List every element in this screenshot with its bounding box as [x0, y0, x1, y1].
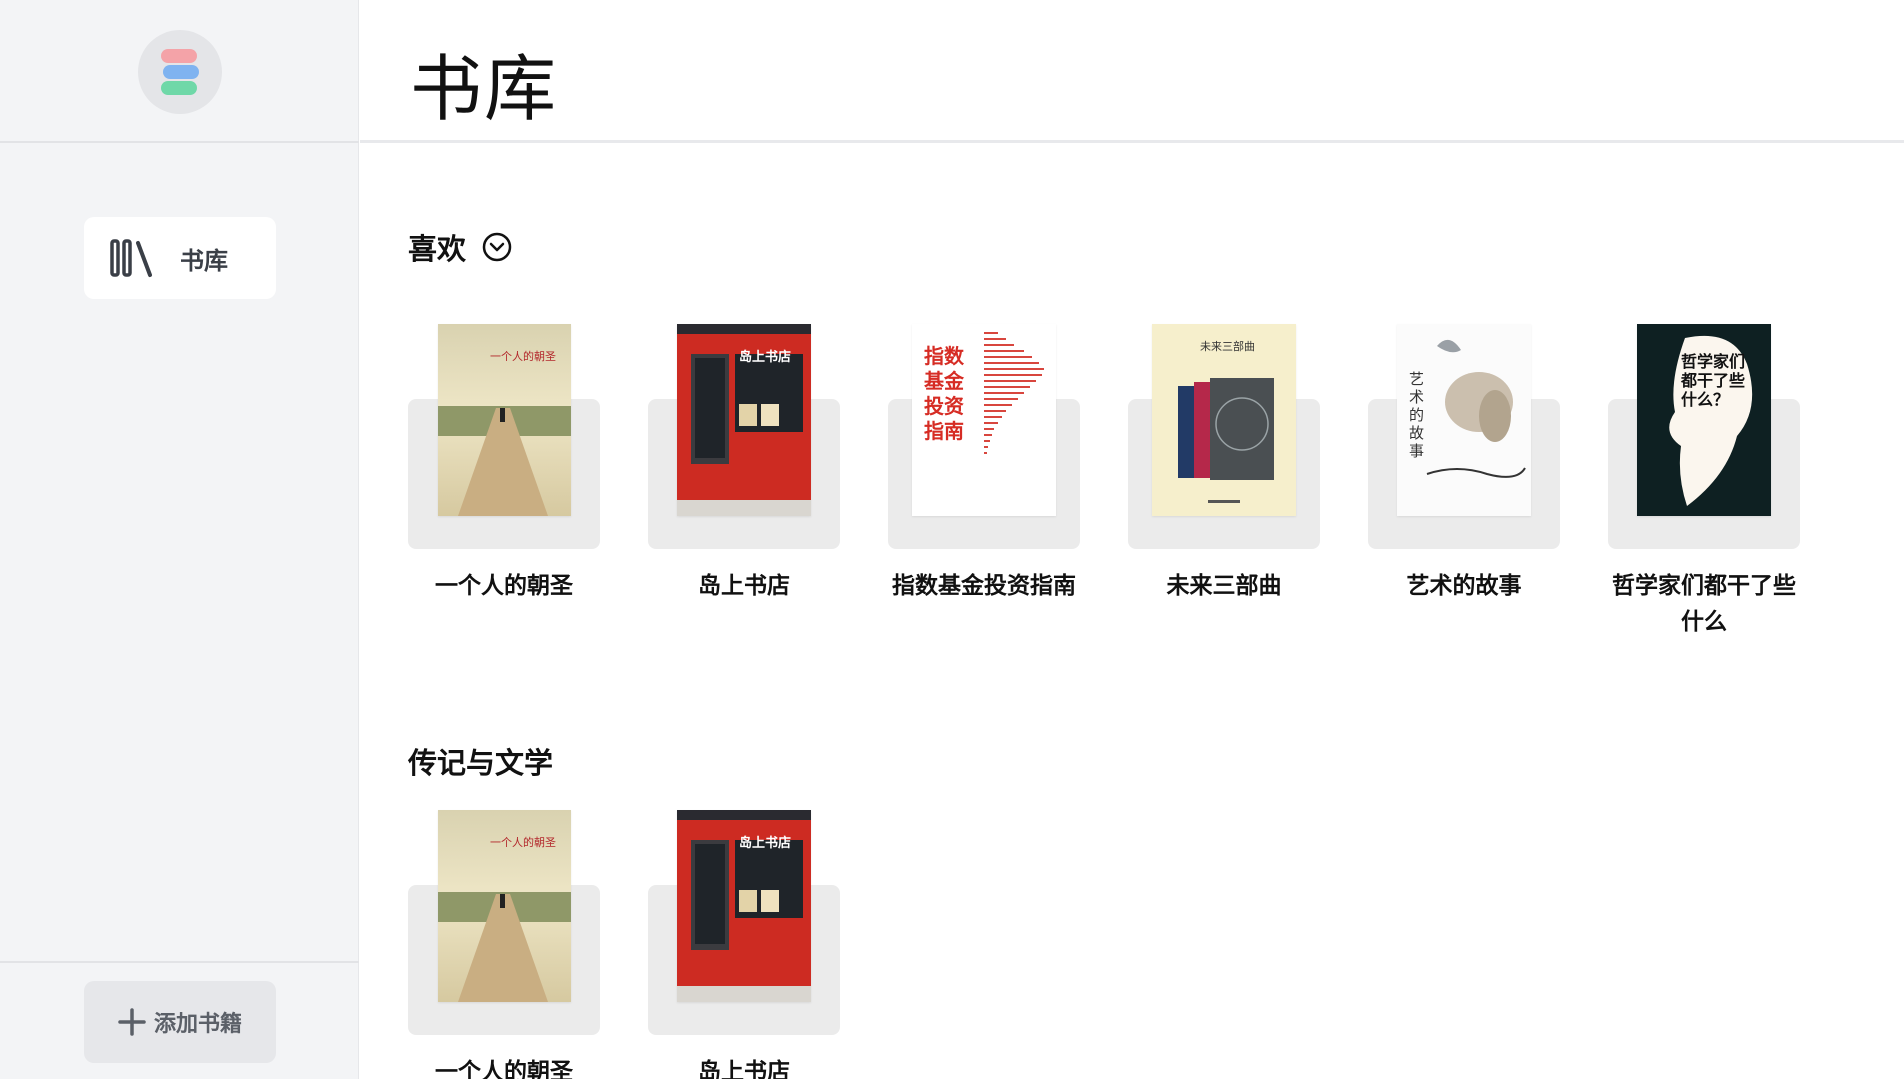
cover-title: 岛上书店 [739, 350, 792, 365]
section-title-biography: 传记与文学 [408, 740, 553, 782]
sidebar-divider [0, 961, 359, 963]
cover-title: 一个人的朝圣 [490, 350, 556, 363]
book-cover: 指数基金投资指南 [912, 324, 1056, 516]
cover-title: 哲学家们都干了些什么？ [1681, 352, 1746, 409]
book-title: 指数基金投资指南 [892, 573, 1076, 599]
book-cover: 一个人的朝圣 [438, 324, 571, 516]
books-stack-icon [161, 49, 199, 95]
sidebar: 书库 添加书籍 [0, 0, 359, 1079]
add-book-button[interactable]: 添加书籍 [84, 981, 276, 1063]
add-book-label: 添加书籍 [153, 1012, 242, 1037]
book-cover: 岛上书店 [677, 810, 811, 1002]
book-cover: 艺术的故事 [1397, 324, 1531, 516]
section-title-text: 传记与文学 [408, 746, 554, 780]
book-title: 未来三部曲 [1166, 573, 1282, 599]
book-title: 一个人的朝圣 [435, 1059, 573, 1079]
header-divider [360, 140, 1904, 143]
book-title: 哲学家们都干了些什么 [1612, 573, 1796, 635]
sidebar-item-library[interactable]: 书库 [84, 217, 276, 299]
app-window: 书库 添加书籍 书库 喜欢 一个人的朝圣 一个人的朝圣 岛上书店 岛上书店 指数… [0, 0, 1904, 1079]
sidebar-divider [0, 141, 359, 143]
book-title: 一个人的朝圣 [435, 573, 573, 599]
app-logo [138, 30, 222, 114]
cover-title: 岛上书店 [739, 836, 792, 851]
book-title: 岛上书店 [698, 573, 790, 599]
book-cover: 岛上书店 [677, 324, 811, 516]
book-cover: 哲学家们都干了些什么？ [1637, 324, 1771, 516]
cover-title: 艺术的故事 [1409, 370, 1425, 460]
section-title-favorites: 喜欢 [408, 226, 512, 268]
book-title: 岛上书店 [698, 1059, 790, 1079]
page-title: 书库 [410, 47, 559, 131]
book-title: 艺术的故事 [1406, 573, 1522, 599]
sidebar-item-label: 书库 [180, 246, 228, 275]
main-content: 书库 喜欢 一个人的朝圣 一个人的朝圣 岛上书店 岛上书店 指数基金投资指南 指… [360, 0, 1904, 1079]
book-cover: 未来三部曲 [1152, 324, 1296, 516]
plus-icon [118, 1008, 146, 1036]
cover-title: 一个人的朝圣 [490, 836, 556, 849]
cover-title: 未来三部曲 [1200, 340, 1255, 353]
library-icon [110, 239, 152, 277]
chevron-down-icon[interactable] [482, 232, 512, 262]
section-title-text: 喜欢 [408, 232, 467, 266]
cover-title: 指数基金投资指南 [924, 344, 964, 443]
book-cover: 一个人的朝圣 [438, 810, 571, 1002]
